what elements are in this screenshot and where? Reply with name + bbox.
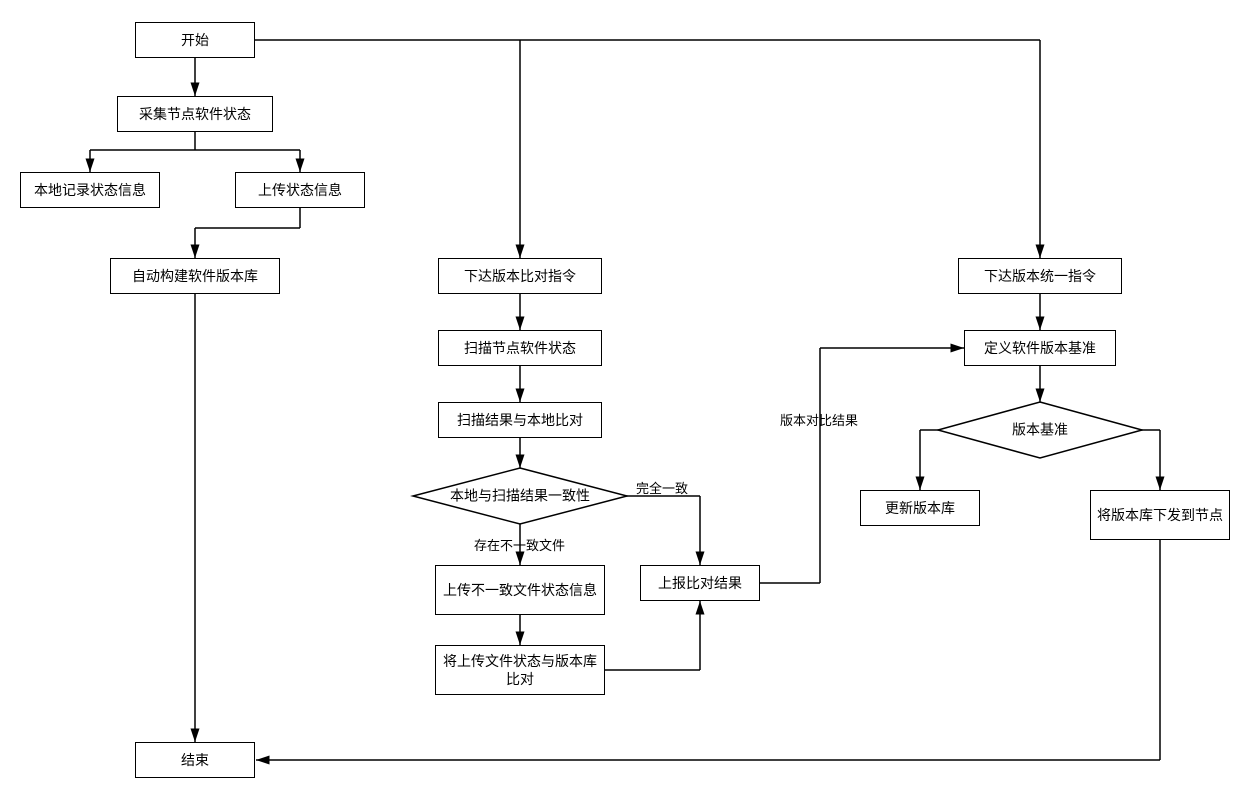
- node-collect-status: 采集节点软件状态: [117, 96, 273, 132]
- consistency-diamond-label: 本地与扫描结果一致性: [450, 488, 590, 504]
- node-report-compare: 上报比对结果: [640, 565, 760, 601]
- node-update-repo: 更新版本库: [860, 490, 980, 526]
- node-upload-inconsistent: 上传不一致文件状态信息: [435, 565, 605, 615]
- flowchart-canvas: 本地与扫描结果一致性 版本基准 开始 采集节点软件状态 本地记录状态信息 上传状…: [0, 0, 1240, 807]
- node-define-baseline: 定义软件版本基准: [964, 330, 1116, 366]
- node-upload-status: 上传状态信息: [235, 172, 365, 208]
- node-start: 开始: [135, 22, 255, 58]
- node-scan-node-status: 扫描节点软件状态: [438, 330, 602, 366]
- label-full-match: 完全一致: [636, 478, 688, 497]
- baseline-diamond-label: 版本基准: [1012, 422, 1068, 438]
- node-compare-with-repo: 将上传文件状态与版本库比对: [435, 645, 605, 695]
- node-end: 结束: [135, 742, 255, 778]
- node-scan-compare-local: 扫描结果与本地比对: [438, 402, 602, 438]
- node-auto-build-repo: 自动构建软件版本库: [110, 258, 280, 294]
- node-deploy-to-node: 将版本库下发到节点: [1090, 490, 1230, 540]
- node-issue-unify-cmd: 下达版本统一指令: [958, 258, 1122, 294]
- node-local-record: 本地记录状态信息: [20, 172, 160, 208]
- node-issue-compare-cmd: 下达版本比对指令: [438, 258, 602, 294]
- label-version-compare-result: 版本对比结果: [780, 410, 858, 429]
- label-has-inconsistent: 存在不一致文件: [474, 535, 565, 554]
